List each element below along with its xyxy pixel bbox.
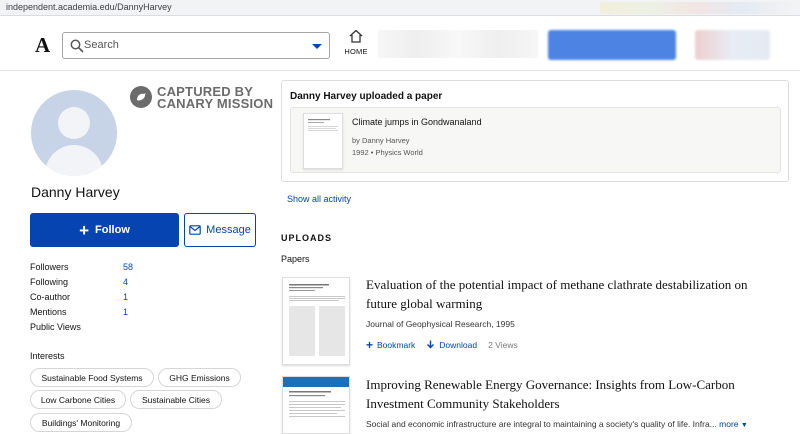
message-button[interactable]: Message xyxy=(184,213,256,247)
uploads-heading: UPLOADS xyxy=(281,233,333,243)
nav-home-label: HOME xyxy=(344,47,368,56)
interest-chip[interactable]: Buildings' Monitoring xyxy=(30,413,132,432)
activity-title: Danny Harvey uploaded a paper xyxy=(290,91,443,102)
stat-value[interactable]: 58 xyxy=(123,262,133,272)
stat-value[interactable]: 1 xyxy=(123,292,128,302)
paper-title-line-2[interactable]: future global warming xyxy=(366,294,482,313)
blurred-primary-button[interactable] xyxy=(548,30,676,60)
follow-label: Follow xyxy=(95,224,130,236)
canary-mission-watermark: CAPTURED BY CANARY MISSION xyxy=(130,84,275,118)
avatar[interactable] xyxy=(31,90,117,176)
stat-co-author[interactable]: Co-author 1 xyxy=(30,292,140,307)
more-link[interactable]: more xyxy=(719,419,738,429)
caret-down-icon[interactable]: ▼ xyxy=(741,422,748,429)
activity-paper-meta: 1992 • Physics World xyxy=(352,148,423,157)
activity-paper-card[interactable]: Climate jumps in Gondwanaland by Danny H… xyxy=(290,107,781,173)
paper-abstract: Social and economic infrastructure are i… xyxy=(366,419,748,429)
stat-label: Followers xyxy=(30,262,69,272)
stat-value[interactable]: 4 xyxy=(123,277,128,287)
interest-chip[interactable]: Low Carbone Cities xyxy=(30,390,126,409)
activity-paper-author: by Danny Harvey xyxy=(352,136,410,145)
bookmark-button[interactable]: + Bookmark xyxy=(366,339,415,351)
abstract-text: Social and economic infrastructure are i… xyxy=(366,419,717,429)
paper-thumbnail[interactable] xyxy=(303,113,343,169)
paper-title-line-1[interactable]: Evaluation of the potential impact of me… xyxy=(366,275,748,294)
academia-logo[interactable]: A xyxy=(35,33,50,58)
interest-chip[interactable]: GHG Emissions xyxy=(158,368,241,387)
search-placeholder[interactable]: Search xyxy=(84,39,119,51)
browser-url-bar[interactable]: independent.academia.edu/DannyHarvey xyxy=(0,0,800,16)
download-button[interactable]: Download xyxy=(426,340,477,350)
nav-home[interactable]: HOME xyxy=(343,28,369,56)
follow-button[interactable]: + Follow xyxy=(30,213,179,247)
stat-following[interactable]: Following 4 xyxy=(30,277,140,292)
url-text[interactable]: independent.academia.edu/DannyHarvey xyxy=(6,2,172,12)
watermark-line-2: CANARY MISSION xyxy=(157,96,274,111)
paper-title-line-2[interactable]: Investment Community Stakeholders xyxy=(366,394,560,413)
paper-thumbnail[interactable] xyxy=(282,277,350,365)
blurred-nav-items xyxy=(378,30,538,58)
stat-mentions[interactable]: Mentions 1 xyxy=(30,307,140,322)
stat-label: Following xyxy=(30,277,69,287)
paper-title-line-1[interactable]: Improving Renewable Energy Governance: I… xyxy=(366,375,735,394)
show-all-activity-link[interactable]: Show all activity xyxy=(287,194,351,204)
paper-journal: Journal of Geophysical Research, 1995 xyxy=(366,319,515,329)
stat-public-views: Public Views xyxy=(30,322,140,337)
envelope-icon xyxy=(189,225,201,235)
bookmark-label: Bookmark xyxy=(377,340,416,350)
search-icon xyxy=(70,39,84,53)
paper-actions: + Bookmark Download 2 Views xyxy=(366,338,518,352)
stat-label: Co-author xyxy=(30,292,71,302)
plus-icon: + xyxy=(79,220,90,240)
blurred-account-menu[interactable] xyxy=(695,30,770,60)
plus-icon: + xyxy=(366,338,374,352)
papers-subheading: Papers xyxy=(281,254,310,264)
activity-paper-title[interactable]: Climate jumps in Gondwanaland xyxy=(352,117,482,127)
interests-heading: Interests xyxy=(30,351,65,361)
interest-chip[interactable]: Sustainable Cities xyxy=(130,390,222,409)
interest-chip[interactable]: Sustainable Food Systems xyxy=(30,368,154,387)
avatar-body-shape xyxy=(45,145,103,176)
message-label: Message xyxy=(206,224,251,236)
stat-value[interactable]: 1 xyxy=(123,307,128,317)
download-label: Download xyxy=(439,340,478,350)
stat-label: Public Views xyxy=(30,322,81,332)
download-icon xyxy=(427,340,435,349)
stat-followers[interactable]: Followers 58 xyxy=(30,262,140,277)
search-box[interactable]: Search xyxy=(62,32,330,59)
site-header: A Search HOME xyxy=(0,17,800,71)
activity-panel: Danny Harvey uploaded a paper Climate ju… xyxy=(281,80,789,182)
blurred-extensions xyxy=(600,2,790,14)
profile-stats: Followers 58 Following 4 Co-author 1 Men… xyxy=(30,262,140,337)
chevron-down-icon[interactable] xyxy=(312,44,322,49)
home-icon xyxy=(349,29,363,43)
paper-thumbnail[interactable] xyxy=(282,376,350,434)
view-count: 2 Views xyxy=(488,340,518,350)
profile-name: Danny Harvey xyxy=(31,184,120,200)
canary-seal-icon xyxy=(130,86,152,108)
avatar-head-shape xyxy=(58,107,90,139)
stat-label: Mentions xyxy=(30,307,67,317)
